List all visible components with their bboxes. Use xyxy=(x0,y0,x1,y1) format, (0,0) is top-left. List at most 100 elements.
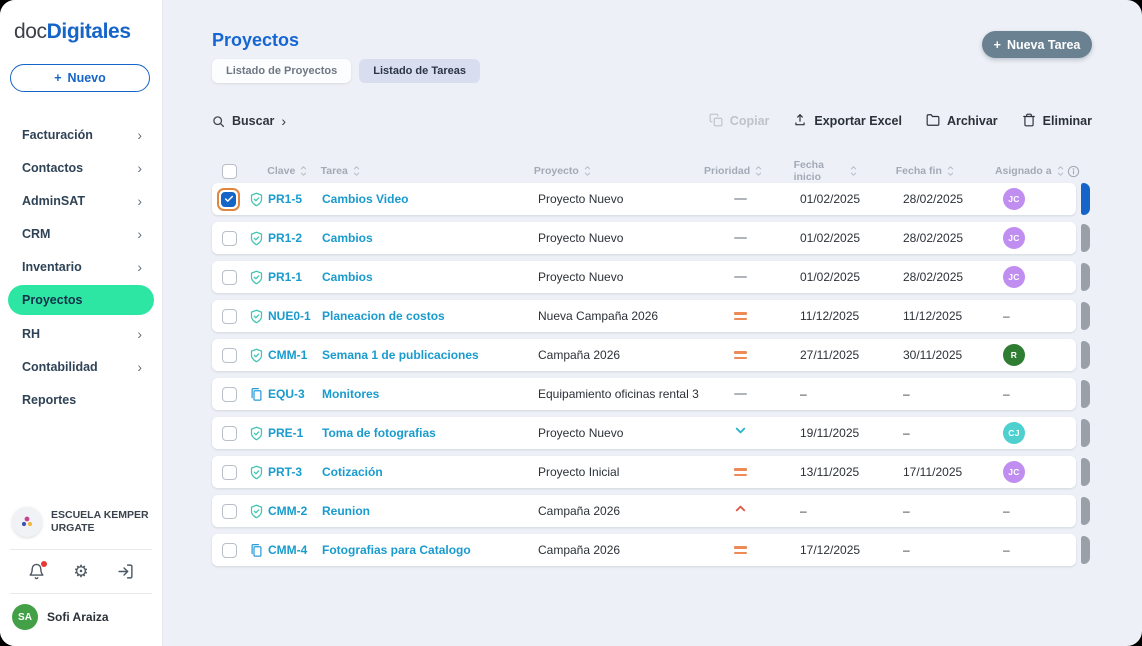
start-date: 17/12/2025 xyxy=(800,543,861,557)
column-header-fecha_inicio[interactable]: Fecha inicio xyxy=(756,159,858,183)
table-row[interactable]: PR1-2 Cambios Proyecto Nuevo 01/02/2025 … xyxy=(212,222,1090,254)
task-name-link[interactable]: Cambios xyxy=(322,270,538,284)
sidebar-item-label: Contabilidad xyxy=(22,359,98,374)
table-row[interactable]: PR1-5 Cambios Video Proyecto Nuevo 01/02… xyxy=(212,183,1090,215)
task-name-link[interactable]: Reunion xyxy=(322,504,538,518)
task-name-link[interactable]: Planeacion de costos xyxy=(322,309,538,323)
sidebar-item-label: Reportes xyxy=(22,392,77,407)
task-name-link[interactable]: Cambios Video xyxy=(322,192,538,206)
row-accent-handle xyxy=(1081,419,1090,447)
task-key-link[interactable]: CMM-4 xyxy=(268,543,322,557)
sidebar-item-label: AdminSAT xyxy=(22,193,85,208)
row-checkbox[interactable] xyxy=(222,425,237,441)
tab-listado-de-proyectos[interactable]: Listado de Proyectos xyxy=(212,59,352,83)
task-key-link[interactable]: PR1-2 xyxy=(268,231,322,245)
priority-medium-icon xyxy=(733,312,747,320)
table-info-icon[interactable] xyxy=(1067,165,1090,178)
sidebar-item-rh[interactable]: RH › xyxy=(8,317,154,350)
row-checkbox[interactable] xyxy=(221,191,236,207)
task-key-link[interactable]: PR1-5 xyxy=(268,192,322,206)
row-checkbox[interactable] xyxy=(222,464,237,480)
priority-none-dash xyxy=(733,276,747,278)
column-header-asignado[interactable]: Asignado a xyxy=(960,165,1067,177)
row-checkbox[interactable] xyxy=(222,308,237,324)
sidebar-item-crm[interactable]: CRM › xyxy=(8,217,154,250)
chevron-right-icon: › xyxy=(137,358,142,375)
task-name-link[interactable]: Semana 1 de publicaciones xyxy=(322,348,538,362)
priority-high-chevron-icon xyxy=(733,501,748,521)
task-key-link[interactable]: PRT-3 xyxy=(268,465,322,479)
shield-check-icon xyxy=(244,504,268,519)
new-button[interactable]: + Nuevo xyxy=(10,64,150,92)
task-name-link[interactable]: Monitores xyxy=(322,387,538,401)
end-date: 11/12/2025 xyxy=(903,309,963,323)
start-date: 01/02/2025 xyxy=(800,192,861,206)
task-name-link[interactable]: Fotografias para Catalogo xyxy=(322,543,538,557)
plus-icon: + xyxy=(993,37,1001,52)
row-checkbox[interactable] xyxy=(222,269,237,285)
settings-gear-icon[interactable]: ⚙ xyxy=(73,563,90,580)
row-accent-handle xyxy=(1081,263,1090,291)
sidebar-item-reportes[interactable]: Reportes xyxy=(8,383,154,416)
table-row[interactable]: NUE0-1 Planeacion de costos Nueva Campañ… xyxy=(212,300,1090,332)
app-window: docDigitales + Nuevo Facturación › Conta… xyxy=(0,0,1142,646)
task-name-link[interactable]: Cambios xyxy=(322,231,538,245)
org-avatar xyxy=(12,507,42,537)
priority-indicator xyxy=(718,198,762,200)
assignee-avatar: JC xyxy=(1003,227,1025,249)
task-key-link[interactable]: PRE-1 xyxy=(268,426,322,440)
sidebar-item-inventario[interactable]: Inventario › xyxy=(8,250,154,283)
row-checkbox[interactable] xyxy=(222,386,237,402)
column-header-proyecto[interactable]: Proyecto xyxy=(534,165,712,177)
search-control[interactable]: Buscar › xyxy=(212,110,286,132)
task-key-link[interactable]: NUE0-1 xyxy=(268,309,322,323)
sidebar-item-facturacion[interactable]: Facturación › xyxy=(8,118,154,151)
column-header-clave[interactable]: Clave xyxy=(267,165,320,177)
sidebar-item-contactos[interactable]: Contactos › xyxy=(8,151,154,184)
sidebar-item-contabilidad[interactable]: Contabilidad › xyxy=(8,350,154,383)
logout-icon[interactable] xyxy=(117,563,134,580)
column-header-fecha_fin[interactable]: Fecha fin xyxy=(858,165,960,177)
assignee-avatar: R xyxy=(1003,344,1025,366)
priority-none-dash xyxy=(733,237,747,239)
row-checkbox[interactable] xyxy=(222,542,237,558)
task-key-link[interactable]: CMM-1 xyxy=(268,348,322,362)
sort-icon xyxy=(301,166,307,176)
task-key-link[interactable]: CMM-2 xyxy=(268,504,322,518)
task-name-link[interactable]: Cotización xyxy=(322,465,538,479)
table-row[interactable]: PR1-1 Cambios Proyecto Nuevo 01/02/2025 … xyxy=(212,261,1090,293)
archive-button[interactable]: Archivar xyxy=(926,113,998,130)
row-checkbox[interactable] xyxy=(222,230,237,246)
task-key-link[interactable]: EQU-3 xyxy=(268,387,322,401)
org-account[interactable]: ESCUELA KEMPER URGATE xyxy=(0,497,162,549)
column-header-tarea[interactable]: Tarea xyxy=(321,165,534,177)
sidebar-item-adminsat[interactable]: AdminSAT › xyxy=(8,184,154,217)
sidebar-item-proyectos[interactable]: Proyectos xyxy=(8,285,154,315)
task-name-link[interactable]: Toma de fotografias xyxy=(322,426,538,440)
org-name: ESCUELA KEMPER URGATE xyxy=(51,508,149,534)
tab-listado-de-tareas[interactable]: Listado de Tareas xyxy=(359,59,480,83)
row-checkbox[interactable] xyxy=(222,503,237,519)
new-task-button[interactable]: + Nueva Tarea xyxy=(982,31,1092,58)
user-account[interactable]: SA Sofi Araiza xyxy=(0,594,162,646)
project-name: Proyecto Nuevo xyxy=(538,192,624,206)
table-row[interactable]: CMM-2 Reunion Campaña 2026 – – – xyxy=(212,495,1090,527)
table-row[interactable]: PRE-1 Toma de fotografias Proyecto Nuevo… xyxy=(212,417,1090,449)
assignee-avatar: JC xyxy=(1003,266,1025,288)
select-all-checkbox[interactable] xyxy=(222,163,237,179)
delete-button[interactable]: Eliminar xyxy=(1022,113,1092,130)
app-logo: docDigitales xyxy=(14,20,131,44)
table-row[interactable]: PRT-3 Cotización Proyecto Inicial 13/11/… xyxy=(212,456,1090,488)
task-key-link[interactable]: PR1-1 xyxy=(268,270,322,284)
column-header-prioridad[interactable]: Prioridad xyxy=(704,165,762,177)
table-row[interactable]: CMM-4 Fotografias para Catalogo Campaña … xyxy=(212,534,1090,566)
assignee-cell: – xyxy=(1003,543,1010,557)
notifications-bell-icon[interactable] xyxy=(28,561,47,580)
row-checkbox[interactable] xyxy=(222,347,237,363)
table-row[interactable]: CMM-1 Semana 1 de publicaciones Campaña … xyxy=(212,339,1090,371)
chevron-right-icon: › xyxy=(137,325,142,342)
export-excel-button[interactable]: Exportar Excel xyxy=(793,113,902,130)
table-row[interactable]: EQU-3 Monitores Equipamiento oficinas re… xyxy=(212,378,1090,410)
chevron-right-icon: › xyxy=(137,126,142,143)
priority-indicator xyxy=(718,468,762,476)
